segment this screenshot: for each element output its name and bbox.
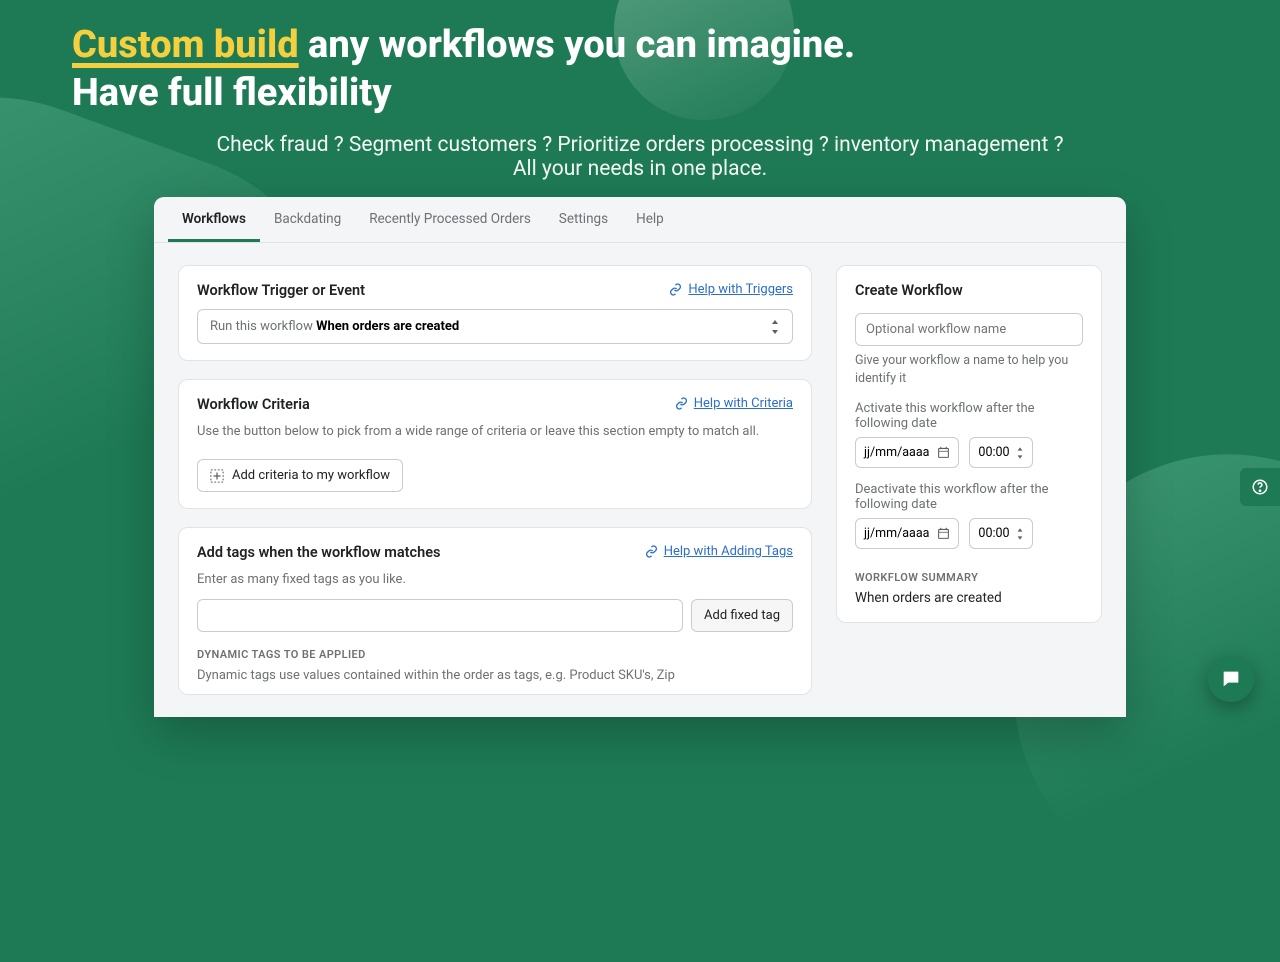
tabs: Workflows Backdating Recently Processed … [154, 197, 1126, 243]
link-icon [669, 283, 682, 296]
criteria-description: Use the button below to pick from a wide… [197, 423, 793, 441]
select-chevron-icon [1016, 447, 1024, 459]
select-chevron-icon [1016, 528, 1024, 540]
tab-backdating[interactable]: Backdating [260, 197, 355, 242]
activate-label: Activate this workflow after the followi… [855, 401, 1083, 431]
tab-help[interactable]: Help [622, 197, 678, 242]
tab-settings[interactable]: Settings [545, 197, 622, 242]
calendar-icon [937, 446, 950, 459]
card-title: Workflow Criteria [197, 396, 310, 413]
calendar-icon [937, 527, 950, 540]
fixed-tag-input[interactable] [197, 599, 683, 632]
card-tags: Add tags when the workflow matches Help … [178, 527, 812, 694]
name-help-text: Give your workflow a name to help you id… [855, 352, 1083, 387]
dynamic-tags-description: Dynamic tags use values contained within… [197, 667, 793, 685]
deactivate-label: Deactivate this workflow after the follo… [855, 482, 1083, 512]
trigger-select[interactable]: Run this workflow When orders are create… [197, 309, 793, 344]
chat-button[interactable] [1208, 656, 1254, 702]
link-icon [675, 397, 688, 410]
add-icon [210, 469, 224, 483]
select-chevron-icon [770, 320, 780, 334]
tags-description: Enter as many fixed tags as you like. [197, 571, 793, 589]
hero-highlight: Custom build [72, 23, 299, 67]
link-help-triggers[interactable]: Help with Triggers [669, 282, 793, 297]
card-title: Add tags when the workflow matches [197, 544, 440, 561]
activate-date-input[interactable]: jj/mm/aaaa [855, 437, 959, 468]
card-trigger: Workflow Trigger or Event Help with Trig… [178, 265, 812, 361]
deactivate-date-input[interactable]: jj/mm/aaaa [855, 518, 959, 549]
activate-time-input[interactable]: 00:00 [969, 437, 1032, 468]
hero: Custom build any workflows you can imagi… [0, 0, 1280, 181]
card-title: Create Workflow [855, 282, 1083, 299]
link-help-criteria[interactable]: Help with Criteria [675, 396, 793, 411]
card-create-workflow: Create Workflow Give your workflow a nam… [836, 265, 1102, 623]
help-fab-button[interactable] [1240, 468, 1280, 506]
hero-title: Custom build any workflows you can imagi… [72, 22, 1208, 117]
app-window: Workflows Backdating Recently Processed … [154, 197, 1126, 717]
workflow-name-input[interactable] [855, 313, 1083, 346]
link-help-tags[interactable]: Help with Adding Tags [645, 544, 793, 559]
add-criteria-button[interactable]: Add criteria to my workflow [197, 459, 403, 492]
hero-subtitle: Check fraud ? Segment customers ? Priori… [72, 133, 1208, 181]
dynamic-tags-header: DYNAMIC TAGS TO BE APPLIED [197, 648, 793, 661]
tab-recent-orders[interactable]: Recently Processed Orders [355, 197, 545, 242]
link-icon [645, 545, 658, 558]
card-title: Workflow Trigger or Event [197, 282, 365, 299]
workflow-summary-header: WORKFLOW SUMMARY [855, 571, 1083, 584]
workflow-summary-text: When orders are created [855, 590, 1083, 606]
add-fixed-tag-button[interactable]: Add fixed tag [691, 599, 793, 632]
tab-workflows[interactable]: Workflows [168, 197, 260, 242]
card-criteria: Workflow Criteria Help with Criteria Use… [178, 379, 812, 509]
deactivate-time-input[interactable]: 00:00 [969, 518, 1032, 549]
